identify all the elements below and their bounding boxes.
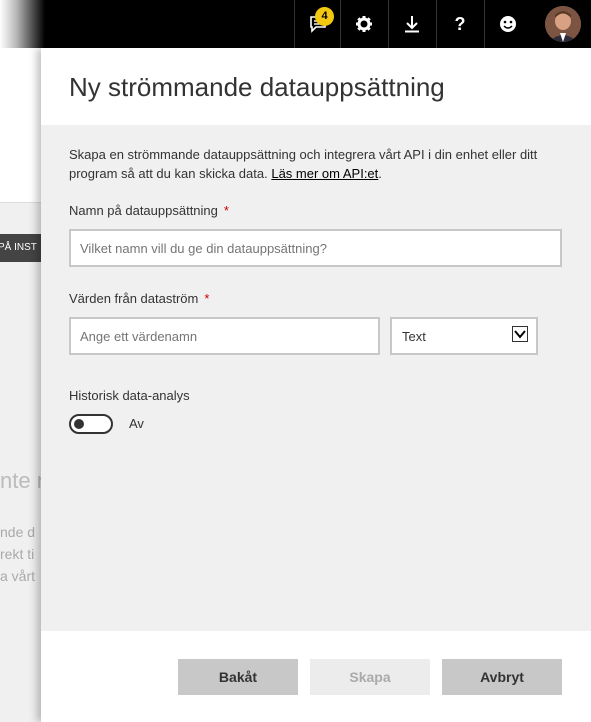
streaming-dataset-panel: Ny strömmande datauppsättning Skapa en s… (41, 48, 591, 722)
smiley-icon (499, 15, 517, 33)
chevron-down-icon[interactable] (512, 326, 528, 342)
feedback-button[interactable] (484, 0, 531, 48)
background-row (0, 90, 45, 175)
top-bar: 4 ? (0, 0, 591, 48)
background-header (0, 48, 45, 91)
notification-button[interactable]: 4 (294, 0, 341, 48)
history-toggle[interactable] (69, 414, 113, 434)
panel-body: Skapa en strömmande datauppsättning och … (41, 125, 591, 631)
required-marker: * (204, 291, 210, 306)
panel-footer: Bakåt Skapa Avbryt (41, 631, 591, 722)
create-button[interactable]: Skapa (310, 659, 430, 695)
background-tag: PÅ INST (0, 234, 45, 262)
background-heading: nte r (0, 468, 45, 493)
cancel-button[interactable]: Avbryt (442, 659, 562, 695)
dataset-name-label-text: Namn på datauppsättning (69, 203, 218, 218)
required-marker: * (223, 203, 229, 218)
settings-button[interactable] (340, 0, 387, 48)
value-name-input[interactable] (69, 317, 380, 355)
background-text-line: a vårt (0, 568, 36, 584)
dataset-name-label: Namn på datauppsättning * (69, 203, 229, 218)
value-type-selected: Text (402, 329, 426, 344)
notification-count-badge: 4 (315, 7, 334, 26)
gear-icon (355, 15, 373, 33)
back-button[interactable]: Bakåt (178, 659, 298, 695)
stream-values-label-text: Värden från dataström (69, 291, 199, 306)
toggle-knob (74, 419, 84, 429)
background-row (0, 174, 45, 203)
download-icon (404, 15, 420, 33)
download-button[interactable] (388, 0, 435, 48)
toggle-state-label: Av (129, 416, 144, 431)
help-button[interactable]: ? (436, 0, 483, 48)
dataset-name-input[interactable] (69, 229, 562, 267)
background-text-line: rekt ti (0, 546, 35, 562)
background-page: PÅ INST nte r nde d rekt ti a vårt (0, 48, 45, 722)
value-type-select[interactable]: Text (390, 317, 538, 355)
avatar[interactable] (545, 6, 581, 42)
topbar-fade (0, 0, 45, 48)
description-end: . (378, 166, 382, 181)
history-label: Historisk data-analys (69, 388, 190, 403)
panel-title: Ny strömmande datauppsättning (69, 72, 445, 102)
stream-values-label: Värden från dataström * (69, 291, 209, 306)
learn-more-link[interactable]: Läs mer om API:et (271, 166, 378, 181)
help-icon: ? (454, 13, 466, 34)
description: Skapa en strömmande datauppsättning och … (69, 145, 539, 183)
background-text-line: nde d (0, 524, 36, 540)
